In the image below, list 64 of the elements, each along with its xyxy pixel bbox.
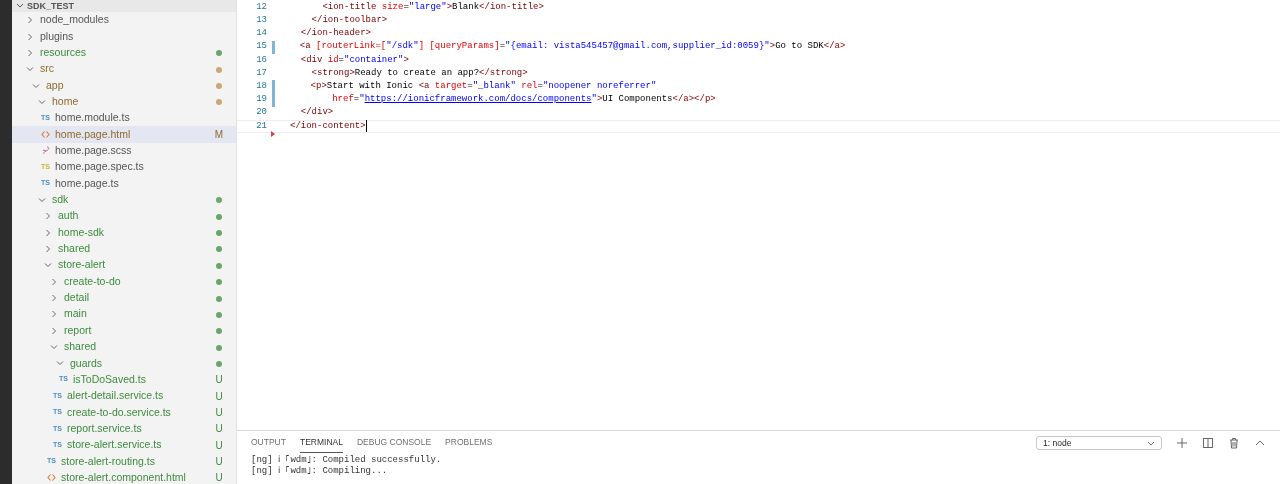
folder-item[interactable]: detail [12,289,236,307]
folder-item[interactable]: main [12,306,236,323]
folder-item[interactable]: node_modules [12,12,236,29]
line-number: 17 [255,66,267,80]
code-brackets-icon [47,473,56,483]
code-line: <a [routerLink=["/sdk"] [queryParams]="{email: vista545457@gmail.com,supplier_id:0059}">Go to SDK</a> [298,40,846,54]
terminal-line: [ng] ℹ ｢wdm｣: Compiled successfully. [250,455,443,466]
git-status: U [214,389,224,404]
folder-item[interactable]: sdk [12,191,236,209]
code-line: </ion-header> [299,27,371,41]
panel-tab[interactable]: PROBLEMS [445,433,493,453]
code-line: </ion-content> [290,119,366,133]
panel-tab[interactable]: TERMINAL [299,433,343,453]
split-icon[interactable] [1202,437,1214,449]
code-line: </ion-toolbar> [310,14,388,28]
git-status: U [214,471,224,484]
folder-item[interactable]: plugins [12,28,236,45]
git-status: U [214,454,224,469]
folder-item[interactable]: home-sdk [12,224,236,241]
line-number: 15 [255,40,267,54]
git-status: U [214,405,224,420]
code-line: </div> [299,106,334,120]
git-status: U [214,422,224,437]
line-number: 21 [255,119,267,133]
add-icon[interactable] [1176,437,1188,449]
git-status: U [214,373,224,388]
code-line: <strong>Ready to create an app?</strong> [310,66,528,80]
git-status: U [214,438,224,453]
panel-tab[interactable]: DEBUG CONSOLE [356,433,432,453]
panel-tab[interactable]: OUTPUT [251,433,286,453]
terminal-select[interactable]: 1: node [1036,436,1162,450]
explorer-title: SDK_TEST [27,1,74,11]
line-number: 14 [255,27,267,41]
line-number: 18 [255,79,267,93]
folder-item[interactable]: app [12,77,236,94]
code-line: <p>Start with Ionic <a target="_blank" rel="noopener noreferrer" [309,79,657,93]
folder-item[interactable]: guards [12,355,236,372]
file-item[interactable]: home.page.html M [12,126,236,143]
dropdown-caret-icon [1147,439,1155,447]
folder-item[interactable]: auth [12,208,236,225]
code-line: href="https://ionicframework.com/docs/components">UI Components</a></p> [331,93,716,107]
line-number: 12 [255,0,267,14]
explorer-header[interactable]: SDK_TEST [12,0,236,12]
pen-icon [41,146,50,156]
folder-item[interactable]: src [12,61,236,78]
folder-item[interactable]: create-to-do [12,273,236,290]
code-line: <div id="container"> [299,53,409,67]
file-item[interactable]: home.page.scss [12,142,236,160]
folder-item[interactable]: shared [12,240,236,258]
line-number: 16 [255,53,267,67]
folder-item[interactable]: resources [12,44,236,62]
file-item[interactable]: store-alert.component.html U [12,469,236,484]
code-line: <ion-title size="large">Blank</ion-title> [321,0,544,14]
line-number: 20 [255,106,267,120]
folder-item[interactable]: store-alert [12,257,236,274]
terminal-line: [ng] ℹ ｢wdm｣: Compiling... [250,466,389,477]
line-number: 19 [255,93,267,107]
git-status: M [214,128,224,143]
code-brackets-icon [41,130,50,140]
folder-item[interactable]: shared [12,338,236,356]
folder-item[interactable]: report [12,322,236,339]
trash-icon[interactable] [1228,437,1240,449]
folder-item[interactable]: home [12,93,236,111]
line-number: 13 [255,14,267,28]
